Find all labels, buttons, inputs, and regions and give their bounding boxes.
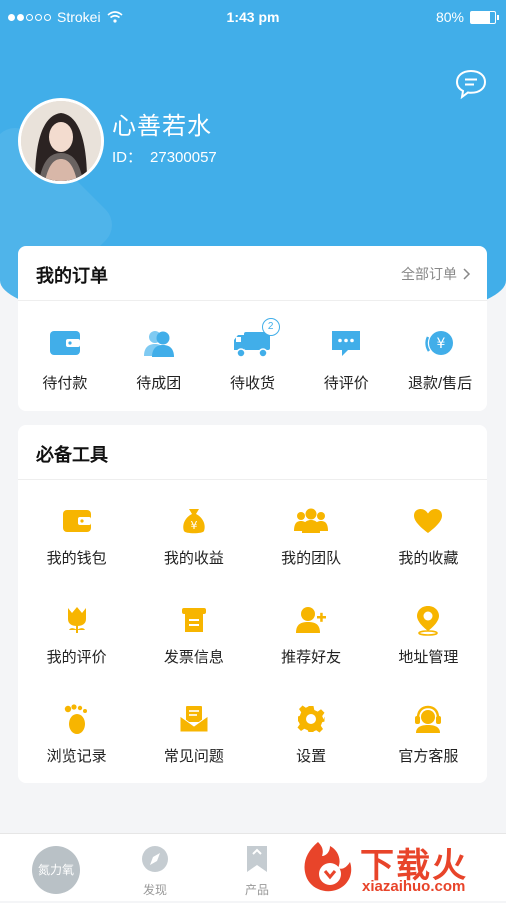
tab-label: 发现 bbox=[142, 883, 167, 897]
order-pending-payment[interactable]: 待付款 bbox=[18, 326, 112, 393]
tool-label: 我的钱包 bbox=[46, 550, 107, 567]
mail-icon bbox=[179, 706, 209, 733]
order-label: 待收货 bbox=[229, 375, 275, 392]
home-tab-label: 氮力氧 bbox=[37, 863, 74, 877]
order-pending-group[interactable]: 待成团 bbox=[112, 326, 206, 393]
tool-address[interactable]: 地址管理 bbox=[370, 604, 487, 667]
invoice-icon bbox=[181, 608, 206, 632]
status-bar: Strokei 1:43 pm 80% bbox=[0, 0, 506, 34]
headset-icon bbox=[415, 705, 442, 733]
gear-icon bbox=[297, 705, 325, 733]
wallet-icon bbox=[62, 510, 91, 532]
heart-icon bbox=[414, 509, 443, 533]
tool-customer-service[interactable]: 官方客服 bbox=[370, 703, 487, 766]
clock: 1:43 pm bbox=[226, 9, 280, 25]
tools-title: 必备工具 bbox=[36, 445, 108, 465]
tool-reviews[interactable]: 我的评价 bbox=[18, 604, 135, 667]
orders-title: 我的订单 bbox=[36, 266, 108, 286]
order-pending-review[interactable]: 待评价 bbox=[299, 326, 393, 393]
tool-label: 设置 bbox=[296, 748, 327, 765]
team-icon bbox=[294, 508, 329, 533]
order-refund[interactable]: ¥ 退款/售后 bbox=[393, 326, 487, 393]
tool-label: 我的收益 bbox=[163, 550, 224, 567]
svg-text:¥: ¥ bbox=[190, 519, 197, 532]
all-orders-link[interactable]: 全部订单 bbox=[401, 264, 471, 284]
add-friend-icon bbox=[296, 607, 327, 633]
tool-label: 我的团队 bbox=[281, 550, 342, 567]
tool-label: 我的评价 bbox=[46, 649, 107, 666]
user-id: ID： 27300057 bbox=[112, 146, 217, 167]
flower-icon bbox=[67, 607, 86, 633]
tab-label: 产品 bbox=[244, 883, 269, 897]
tab-home[interactable]: 氮力氧 bbox=[32, 846, 80, 894]
tab-discover[interactable]: 发现 bbox=[140, 844, 170, 898]
tool-label: 常见问题 bbox=[163, 748, 224, 765]
order-label: 待付款 bbox=[42, 375, 88, 392]
battery-icon bbox=[470, 10, 499, 24]
notification-badge: 2 bbox=[261, 318, 280, 336]
user-id-value: 27300057 bbox=[150, 149, 217, 166]
location-icon bbox=[417, 606, 440, 636]
comment-icon bbox=[332, 331, 361, 356]
tool-label: 官方客服 bbox=[398, 748, 459, 765]
order-label: 退款/售后 bbox=[408, 375, 473, 392]
user-id-label: ID： bbox=[112, 149, 143, 166]
order-label: 待评价 bbox=[323, 375, 369, 392]
tool-wallet[interactable]: 我的钱包 bbox=[18, 505, 135, 568]
bookmark-icon bbox=[247, 846, 267, 872]
group-icon bbox=[143, 331, 174, 357]
tool-favorites[interactable]: 我的收藏 bbox=[370, 505, 487, 568]
footprint-icon bbox=[64, 704, 87, 734]
tool-team[interactable]: 我的团队 bbox=[253, 505, 370, 568]
wallet-icon bbox=[49, 331, 80, 355]
tool-history[interactable]: 浏览记录 bbox=[18, 703, 135, 766]
orders-card: 我的订单 全部订单 待付款 待成团 2 待收货 待评价 ¥ 退款/售后 bbox=[18, 246, 487, 411]
watermark-logo: 下载火 xiazaihuo.com bbox=[300, 838, 500, 898]
tool-label: 推荐好友 bbox=[281, 649, 342, 666]
username: 心善若水 bbox=[112, 113, 212, 140]
tool-invoice[interactable]: 发票信息 bbox=[135, 604, 252, 667]
watermark-url: xiazaihuo.com bbox=[362, 878, 466, 895]
order-label: 待成团 bbox=[136, 375, 182, 392]
tool-refer-friend[interactable]: 推荐好友 bbox=[253, 604, 370, 667]
chevron-right-icon bbox=[463, 268, 471, 280]
tool-faq[interactable]: 常见问题 bbox=[135, 703, 252, 766]
tool-label: 地址管理 bbox=[398, 649, 459, 666]
order-pending-receipt[interactable]: 2 待收货 bbox=[206, 318, 300, 393]
avatar[interactable] bbox=[18, 98, 104, 184]
tool-label: 浏览记录 bbox=[46, 748, 107, 765]
all-orders-label: 全部订单 bbox=[401, 266, 457, 282]
tool-settings[interactable]: 设置 bbox=[253, 703, 370, 766]
svg-text:¥: ¥ bbox=[437, 336, 446, 352]
money-bag-icon: ¥ bbox=[183, 509, 205, 534]
compass-icon bbox=[142, 846, 168, 872]
tool-label: 我的收藏 bbox=[398, 550, 459, 567]
tools-card: 必备工具 我的钱包 ¥ 我的收益 我的团队 我的收藏 我的评价 发票信息 推荐好… bbox=[18, 425, 487, 783]
message-icon[interactable] bbox=[454, 68, 488, 100]
tool-label: 发票信息 bbox=[163, 649, 224, 666]
tool-earnings[interactable]: ¥ 我的收益 bbox=[135, 505, 252, 568]
tab-products[interactable]: 产品 bbox=[243, 844, 271, 898]
battery-percent: 80% bbox=[435, 9, 464, 25]
refund-icon: ¥ bbox=[425, 331, 454, 355]
